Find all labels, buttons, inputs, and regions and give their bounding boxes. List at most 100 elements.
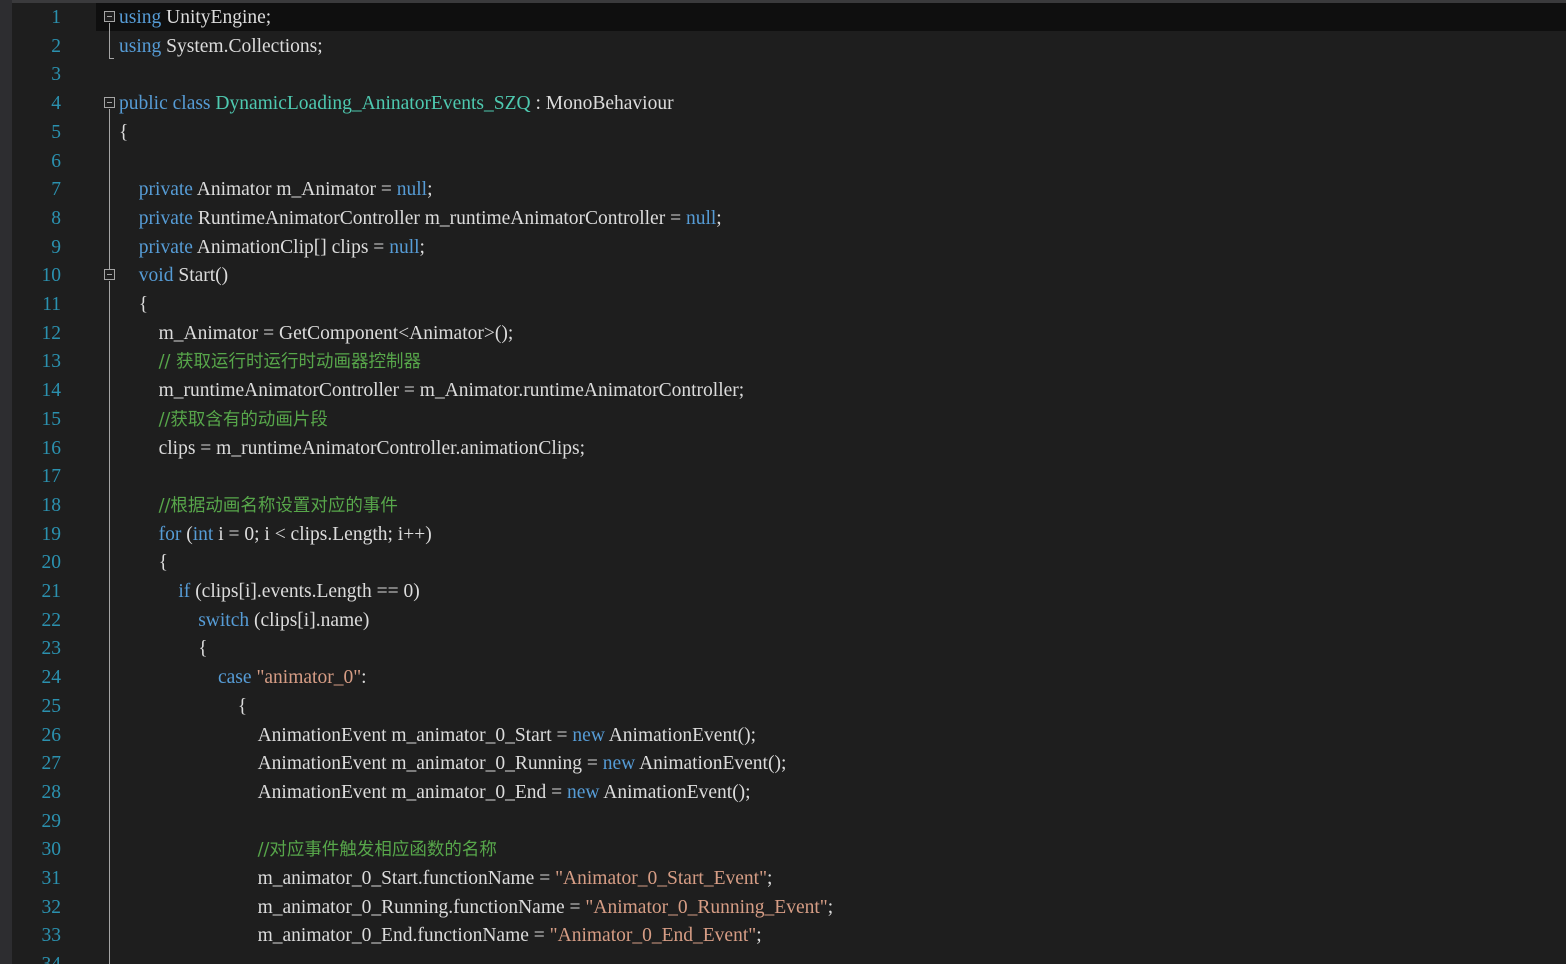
line-code: { <box>238 692 247 721</box>
text-token: m_animator_0_Start.functionName = <box>257 868 556 889</box>
code-line-15[interactable]: 15 //获取含有的动画片段 <box>0 405 1566 434</box>
keyword-token: private <box>138 236 193 258</box>
line-code: using UnityEngine; <box>119 3 271 32</box>
line-number: 9 <box>51 236 61 258</box>
code-line-8[interactable]: 8 private RuntimeAnimatorController m_run… <box>0 204 1566 233</box>
text-token: clips = m_runtimeAnimatorController.anim… <box>158 437 586 459</box>
line-code: //获取含有的动画片段 <box>159 405 328 435</box>
line-number: 4 <box>51 93 61 115</box>
text-token: m_runtimeAnimatorController = m_Animator… <box>158 380 745 402</box>
code-line-34[interactable]: 34 <box>0 950 1566 964</box>
line-number: 34 <box>0 950 62 964</box>
keyword-token: new <box>567 781 600 803</box>
code-line-26[interactable]: 26 AnimationEvent m_animator_0_Start = ne… <box>0 721 1566 750</box>
code-editor[interactable]: 1 using UnityEngine; 2 using System.Collect… <box>0 0 1566 964</box>
keyword-token: private <box>138 207 193 229</box>
code-line-6[interactable]: 6 <box>0 147 1566 176</box>
code-line-23[interactable]: 23 { <box>0 634 1566 663</box>
line-number: 28 <box>41 781 62 803</box>
line-code: case "animator_0": <box>218 663 367 692</box>
line-number: 8 <box>51 207 61 229</box>
line-number: 22 <box>41 609 62 631</box>
text-token: ; <box>827 896 834 918</box>
line-code: private AnimationClip[] clips = null; <box>139 233 425 262</box>
comment-token: //根据动画名称设置对应的事件 <box>158 495 398 516</box>
line-number: 15 <box>41 408 62 430</box>
code-line-28[interactable]: 28 AnimationEvent m_animator_0_End = new … <box>0 778 1566 807</box>
text-token: m_animator_0_End.functionName = <box>257 925 550 947</box>
keyword-token: int <box>192 523 214 545</box>
text-token: AnimationEvent m_animator_0_Start = <box>257 724 573 746</box>
code-line-20[interactable]: 20 { <box>0 548 1566 577</box>
code-line-11[interactable]: 11 { <box>0 290 1566 319</box>
keyword-token: null <box>685 207 717 229</box>
string-token: "Animator_0_End_Event" <box>549 925 757 947</box>
line-number: 32 <box>41 896 62 918</box>
code-line-1[interactable]: 1 using UnityEngine; <box>0 3 1566 32</box>
code-line-31[interactable]: 31 m_animator_0_Start.functionName = "Ani… <box>0 864 1566 893</box>
code-line-22[interactable]: 22 switch (clips[i].name) <box>0 606 1566 635</box>
code-line-9[interactable]: 9 private AnimationClip[] clips = null; <box>0 233 1566 262</box>
line-code: { <box>198 634 207 663</box>
text-token: ; <box>716 207 722 229</box>
comment-token: //对应事件触发相应函数的名称 <box>257 840 497 861</box>
code-line-25[interactable]: 25 { <box>0 692 1566 721</box>
code-line-27[interactable]: 27 AnimationEvent m_animator_0_Running = … <box>0 749 1566 778</box>
code-line-4[interactable]: 4 public class DynamicLoading_AninatorEve… <box>0 89 1566 118</box>
line-number: 14 <box>41 380 62 402</box>
text-token: (clips[i].events.Length == 0) <box>190 581 420 602</box>
code-line-14[interactable]: 14 m_runtimeAnimatorController = m_Animat… <box>0 376 1566 405</box>
code-line-32[interactable]: 32 m_animator_0_Running.functionName = "A… <box>0 893 1566 922</box>
line-number: 30 <box>41 839 62 861</box>
code-line-3[interactable]: 3 <box>0 60 1566 89</box>
code-line-17[interactable]: 17 <box>0 462 1566 491</box>
line-code: private RuntimeAnimatorController m_runt… <box>139 204 722 233</box>
keyword-token: void <box>138 265 174 287</box>
code-line-16[interactable]: 16 clips = m_runtimeAnimatorController.an… <box>0 434 1566 463</box>
keyword-token: new <box>602 753 636 775</box>
line-number: 29 <box>41 810 62 832</box>
code-line-18[interactable]: 18 //根据动画名称设置对应的事件 <box>0 491 1566 520</box>
text-token: { <box>237 695 248 717</box>
code-line-30[interactable]: 30 //对应事件触发相应函数的名称 <box>0 835 1566 864</box>
line-number: 13 <box>41 351 62 373</box>
code-line-7[interactable]: 7 private Animator m_Animator = null; <box>0 175 1566 204</box>
line-number: 17 <box>41 466 62 488</box>
line-code: m_animator_0_End.functionName = "Animato… <box>258 921 762 950</box>
line-code: m_runtimeAnimatorController = m_Animator… <box>159 376 745 405</box>
text-token: { <box>119 121 129 143</box>
code-line-13[interactable]: 13 // 获取运行时运行时动画器控制器 <box>0 347 1566 376</box>
text-token: m_Animator = GetComponent<Animator>(); <box>158 322 514 344</box>
code-line-2[interactable]: 2 using System.Collections; <box>0 32 1566 61</box>
line-code: m_Animator = GetComponent<Animator>(); <box>159 319 514 348</box>
code-line-10[interactable]: 10 void Start() <box>0 261 1566 290</box>
text-token: AnimationClip[] clips = <box>192 236 390 258</box>
string-token: "Animator_0_Start_Event" <box>555 868 768 889</box>
code-line-5[interactable]: 5{ <box>0 118 1566 147</box>
keyword-token: if <box>178 581 191 602</box>
text-token: ; <box>427 179 433 201</box>
line-number: 16 <box>41 437 62 459</box>
line-number: 27 <box>41 753 62 775</box>
text-token: { <box>198 638 208 660</box>
code-line-21[interactable]: 21 if (clips[i].events.Length == 0) <box>0 577 1566 606</box>
code-line-33[interactable]: 33 m_animator_0_End.functionName = "Anima… <box>0 921 1566 950</box>
line-number: 12 <box>41 322 62 344</box>
keyword-token: null <box>389 236 420 258</box>
line-code: { <box>159 548 168 577</box>
code-line-24[interactable]: 24 case "animator_0": <box>0 663 1566 692</box>
code-line-19[interactable]: 19 for (int i = 0; i < clips.Length; i++) <box>0 520 1566 549</box>
keyword-token: null <box>396 179 428 201</box>
text-token: { <box>158 552 168 574</box>
code-line-29[interactable]: 29 <box>0 807 1566 836</box>
line-code: AnimationEvent m_animator_0_End = new An… <box>258 778 751 807</box>
line-number: 26 <box>41 724 62 746</box>
line-number: 20 <box>41 552 62 574</box>
keyword-token: private <box>138 179 193 201</box>
code-line-12[interactable]: 12 m_Animator = GetComponent<Animator>(); <box>0 319 1566 348</box>
text-token: RuntimeAnimatorController m_runtimeAnima… <box>192 207 686 229</box>
line-number: 3 <box>51 64 61 86</box>
line-code: switch (clips[i].name) <box>198 606 369 635</box>
line-number: 2 <box>51 35 61 57</box>
keyword-token: for <box>158 523 182 545</box>
